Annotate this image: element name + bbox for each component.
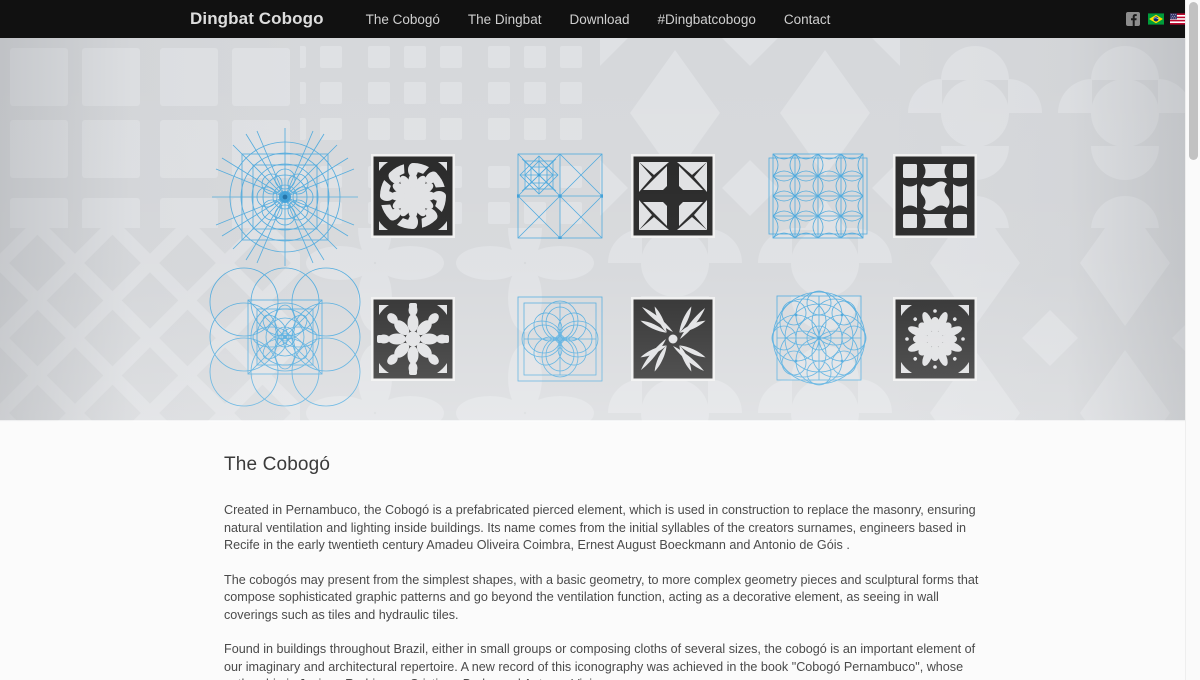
scrollbar-thumb[interactable] <box>1189 2 1198 160</box>
blueprint-four-petal[interactable] <box>517 296 603 382</box>
content-inner: The Cobogó Created in Pernambuco, the Co… <box>220 454 980 680</box>
blueprint-square-lattice[interactable] <box>767 151 869 241</box>
tile-daisy-rosette[interactable] <box>893 297 977 381</box>
tile-radial-rosette[interactable] <box>371 154 455 238</box>
blueprint-circle-flower[interactable] <box>204 266 366 408</box>
nav-icon-group <box>1126 0 1186 38</box>
nav-link-contact[interactable]: Contact <box>770 12 845 27</box>
tile-diagonal-star[interactable] <box>631 154 715 238</box>
nav-link-the-dingbat[interactable]: The Dingbat <box>454 12 556 27</box>
tile-four-petal[interactable] <box>631 297 715 381</box>
hero-showcase-grid <box>0 38 1200 422</box>
blueprint-radial-rosette[interactable] <box>206 126 364 268</box>
paragraph-2: The cobogós may present from the simples… <box>224 572 979 622</box>
flag-brazil-icon[interactable] <box>1148 12 1164 26</box>
top-navbar: Dingbat Cobogo The Cobogó The Dingbat Do… <box>0 0 1200 38</box>
facebook-icon[interactable] <box>1126 12 1140 26</box>
page-scrollbar[interactable] <box>1185 0 1200 680</box>
nav-link-download[interactable]: Download <box>555 12 643 27</box>
flag-usa-icon[interactable] <box>1170 12 1186 26</box>
page-title: The Cobogó <box>224 454 331 475</box>
tile-circle-flower[interactable] <box>371 297 455 381</box>
page-root: Dingbat Cobogo The Cobogó The Dingbat Do… <box>0 0 1200 680</box>
hero-bottom-edge <box>0 420 1200 422</box>
content-section: The Cobogó Created in Pernambuco, the Co… <box>0 422 1200 680</box>
blueprint-daisy-rosette[interactable] <box>752 268 887 408</box>
hero-section <box>0 38 1200 422</box>
nav-links: The Cobogó The Dingbat Download #Dingbat… <box>352 12 845 27</box>
paragraph-1: Created in Pernambuco, the Cobogó is a p… <box>224 503 976 552</box>
nav-link-hashtag[interactable]: #Dingbatcobogo <box>644 12 770 27</box>
paragraph-3: Found in buildings throughout Brazil, ei… <box>224 642 976 680</box>
tile-square-lattice[interactable] <box>893 154 977 238</box>
blueprint-diagonal-grid[interactable] <box>517 153 603 239</box>
site-brand[interactable]: Dingbat Cobogo <box>190 9 324 29</box>
nav-link-the-cobogo[interactable]: The Cobogó <box>352 12 454 27</box>
